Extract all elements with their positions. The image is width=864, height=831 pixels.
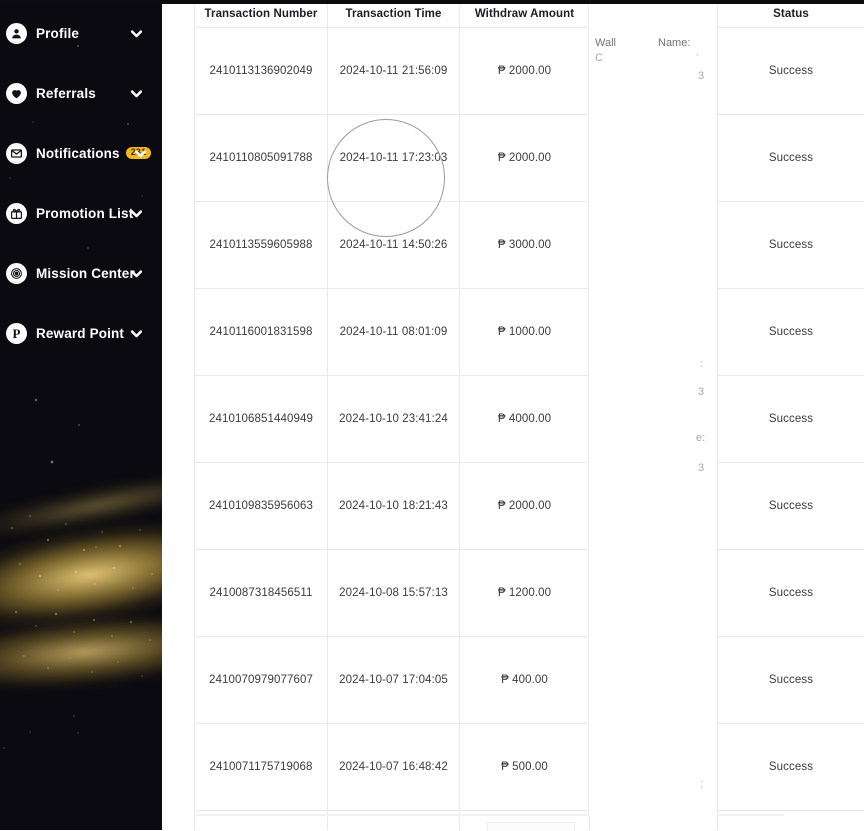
cell-amount: ₱ 2000.00	[460, 115, 590, 202]
cell-time: 2024-10-07 16:48:42	[328, 724, 460, 811]
cell-status: Success	[718, 463, 864, 550]
reward-point-icon: P	[6, 323, 27, 344]
cell-number: 2410113559605988	[195, 202, 328, 289]
cell-amount: ₱ 500.00	[460, 724, 590, 811]
sidebar-item-label: Referrals	[36, 86, 96, 101]
table-body: 24101131369020492024-10-11 21:56:09₱ 200…	[195, 28, 864, 831]
sidebar-item-notifications[interactable]: Notifications 231	[0, 131, 162, 175]
cell-amount: ₱ 1000.00	[460, 289, 590, 376]
gold-glow-upper	[0, 432, 162, 577]
table-row[interactable]: 24100711757190682024-10-07 16:48:42₱ 500…	[195, 724, 864, 811]
cell-number: 2410071175719068	[195, 724, 328, 811]
table-row[interactable]: 24101135596059882024-10-11 14:50:26₱ 300…	[195, 202, 864, 289]
chevron-down-icon[interactable]	[132, 145, 148, 161]
user-icon	[6, 23, 27, 44]
table-row[interactable]: 24101068514409492024-10-10 23:41:24₱ 400…	[195, 376, 864, 463]
gold-glow-main	[0, 468, 162, 682]
cell-status: Success	[718, 637, 864, 724]
withdraw-transaction-table: Transaction Number Transaction Time With…	[194, 0, 864, 830]
cell-time: 2024-10-10 23:41:24	[328, 376, 460, 463]
cell-amount: ₱ 2000.00	[460, 463, 590, 550]
table-row[interactable]: 24101108050917882024-10-11 17:23:03₱ 200…	[195, 115, 864, 202]
cell-time: 2024-10-08 15:57:13	[328, 550, 460, 637]
cell-info	[590, 289, 718, 376]
cell-info	[590, 376, 718, 463]
chevron-down-icon[interactable]	[128, 325, 144, 341]
cell-time: 2024-10-11 17:23:03	[328, 115, 460, 202]
cell-info: Wallet Name: C	[590, 28, 718, 115]
table-row[interactable]: 24100873184565112024-10-08 15:57:13₱ 120…	[195, 550, 864, 637]
sidebar-item-label: Profile	[36, 26, 79, 41]
heart-icon	[6, 83, 27, 104]
cell-info	[590, 202, 718, 289]
column-header-status: Status	[718, 0, 864, 28]
cell-amount: ₱ 1200.00	[460, 550, 590, 637]
cell-status: Success	[718, 550, 864, 637]
sidebar-item-reward-point[interactable]: P Reward Point	[0, 311, 162, 355]
envelope-icon	[6, 143, 27, 164]
table-row[interactable]: 24101131369020492024-10-11 21:56:09₱ 200…	[195, 28, 864, 115]
table-row[interactable]: 24101098359560632024-10-10 18:21:43₱ 200…	[195, 463, 864, 550]
cell-amount: ₱ 2000.00	[460, 28, 590, 115]
cell-number: 2410113136902049	[195, 28, 328, 115]
cell-status: Success	[718, 289, 864, 376]
cell-info	[590, 463, 718, 550]
transaction-table-container: Transaction Number Transaction Time With…	[194, 0, 864, 830]
cell-amount: ₱ 3000.00	[460, 202, 590, 289]
cell-status: Success	[718, 202, 864, 289]
chevron-down-icon[interactable]	[128, 205, 144, 221]
cell-status: Success	[718, 724, 864, 811]
cell-time: 2024-10-11 08:01:09	[328, 289, 460, 376]
chevron-down-icon[interactable]	[128, 265, 144, 281]
sidebar-item-label: Mission Center	[36, 266, 135, 281]
cell-amount: ₱ 400.00	[460, 637, 590, 724]
cell-number: 2410109835956063	[195, 463, 328, 550]
cell-info	[590, 637, 718, 724]
top-dark-strip	[0, 0, 864, 4]
sidebar-item-mission-center[interactable]: Mission Center	[0, 251, 162, 295]
main-content: Transaction Number Transaction Time With…	[162, 0, 864, 830]
info-veil	[590, 28, 717, 114]
sidebar-item-label: Promotion List	[36, 206, 133, 221]
sidebar-item-profile[interactable]: Profile	[0, 11, 162, 55]
cell-time: 2024-10-07 17:04:05	[328, 637, 460, 724]
cell-time: 2024-10-11 14:50:26	[328, 202, 460, 289]
column-header-transaction-time: Transaction Time	[328, 0, 460, 28]
table-row[interactable]: 24101160018315982024-10-11 08:01:09₱ 100…	[195, 289, 864, 376]
chevron-down-icon[interactable]	[128, 85, 144, 101]
starfield-decoration	[0, 0, 162, 830]
gift-icon	[6, 203, 27, 224]
cell-status: Success	[718, 376, 864, 463]
cell-number: 2410087318456511	[195, 550, 328, 637]
cell-info	[590, 115, 718, 202]
sidebar-item-referrals[interactable]: Referrals	[0, 71, 162, 115]
cell-info	[590, 724, 718, 811]
sidebar-item-label: Notifications	[36, 146, 120, 161]
sidebar: Profile Referrals	[0, 0, 162, 830]
cell-number: 2410116001831598	[195, 289, 328, 376]
cell-time: 2024-10-10 18:21:43	[328, 463, 460, 550]
cell-number: 2410110805091788	[195, 115, 328, 202]
table-bottom-rule	[194, 814, 784, 816]
cell-time: 2024-10-11 21:56:09	[328, 28, 460, 115]
cell-info	[590, 550, 718, 637]
cell-number: 2410106851440949	[195, 376, 328, 463]
cell-amount: ₱ 4000.00	[460, 376, 590, 463]
sidebar-item-label: Reward Point	[36, 326, 124, 341]
sidebar-item-promotion-list[interactable]: Promotion List	[0, 191, 162, 235]
chevron-down-icon[interactable]	[128, 25, 144, 41]
gold-sparkle-particles	[0, 480, 162, 780]
cell-status: Success	[718, 115, 864, 202]
cell-status: Success	[718, 28, 864, 115]
target-icon	[6, 263, 27, 284]
column-header-transaction-number: Transaction Number	[195, 0, 328, 28]
column-header-withdraw-info: Withdraw Info	[590, 0, 718, 28]
gold-glow-lower	[0, 573, 162, 730]
table-header-row: Transaction Number Transaction Time With…	[195, 0, 864, 28]
column-header-withdraw-amount: Withdraw Amount	[460, 0, 590, 28]
cell-number: 2410070979077607	[195, 637, 328, 724]
table-row[interactable]: 24100709790776072024-10-07 17:04:05₱ 400…	[195, 637, 864, 724]
